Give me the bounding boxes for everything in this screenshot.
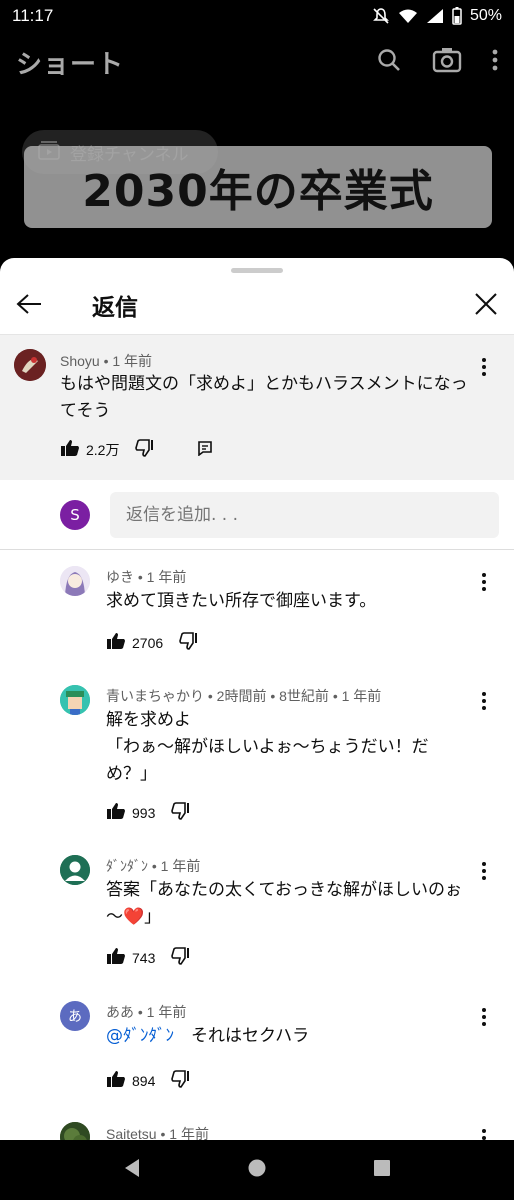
search-icon[interactable] [376,47,402,77]
comment-text: もはや問題文の「求めよ」とかもハラスメントになってそう [60,374,468,421]
signal-icon [426,8,444,24]
like-count: 894 [132,1072,156,1089]
like-icon[interactable] [106,947,126,968]
app-header: ショート [0,32,514,92]
home-nav-icon[interactable] [247,1158,267,1182]
sheet-header: 返信 [0,278,514,334]
page-title: ショート [16,49,125,80]
like-icon[interactable] [106,802,126,823]
close-icon[interactable] [474,292,498,320]
comment-text: 求めて頂きたい所存で御座います。 [106,591,377,611]
status-bar: 11:17 50% [0,0,514,32]
reply-composer: S [0,480,514,550]
like-icon[interactable] [106,1070,126,1091]
comment-author[interactable]: Shoyu • 1 年前 [60,351,152,371]
like-icon[interactable] [60,439,80,460]
comment-actions: 2706 [106,632,199,653]
reply-input[interactable] [110,492,499,538]
comment-author[interactable]: ああ • 1 年前 [106,1002,186,1022]
comment-text: @ﾀﾞﾝﾀﾞﾝ それはセクハラ [106,1023,476,1050]
avatar[interactable] [60,1122,90,1142]
more-options-icon[interactable] [474,1005,494,1029]
avatar[interactable] [14,349,46,381]
video-area[interactable]: 登録チャンネル 2030年の卒業式 [0,92,514,262]
comment-author[interactable]: 青いまちゃかり • 2時間前 • 8世紀前 • 1 年前 [106,686,381,706]
like-count: 2.2万 [86,441,120,458]
battery-level: 50% [469,7,502,24]
comment-actions: 2.2万 [60,439,213,460]
replies-sheet: 返信 Shoyu • 1 年前 もはや問題文の「求めよ」とかもハラスメントになっ… [0,258,514,1142]
camera-icon[interactable] [432,47,462,77]
comment-text: 答案「あなたの太くておっきな解がほしいのぉ～❤️」 [106,880,462,927]
comment-author[interactable]: ﾀﾞﾝﾀﾞﾝ • 1 年前 [106,856,200,876]
dislike-icon[interactable] [171,802,191,823]
comment-actions: 743 [106,947,191,968]
avatar[interactable] [60,685,90,715]
comment-actions: 993 [106,802,191,823]
avatar[interactable] [60,855,90,885]
wifi-icon [398,8,418,24]
navigation-bar [0,1140,514,1200]
reply-icon[interactable] [197,440,213,459]
drag-handle[interactable] [231,268,283,273]
comment-text: 「わぁ～解がほしいよぉ～ちょうだい！だめ？」 [106,737,429,784]
avatar[interactable]: S [60,500,90,530]
like-count: 743 [132,949,156,966]
parent-comment: Shoyu • 1 年前 もはや問題文の「求めよ」とかもハラスメントになってそう… [0,334,514,480]
like-count: 2706 [132,634,164,651]
comment-text: 解を求めよ [106,710,191,730]
more-options-icon[interactable] [474,355,494,379]
video-caption: 2030年の卒業式 [24,146,492,228]
dislike-icon[interactable] [135,439,155,460]
like-icon[interactable] [106,632,126,653]
dislike-icon[interactable] [171,1070,191,1091]
recents-nav-icon[interactable] [373,1159,391,1181]
mention-link[interactable]: @ﾀﾞﾝﾀﾞﾝ [106,1026,174,1046]
back-icon[interactable] [16,293,42,319]
avatar[interactable] [60,566,90,596]
status-icons: 50% [372,7,502,25]
battery-icon [452,7,462,25]
comment-body: それはセクハラ [191,1026,310,1046]
dislike-icon[interactable] [171,947,191,968]
more-options-icon[interactable] [474,859,494,883]
back-nav-icon[interactable] [123,1158,141,1182]
more-options-icon[interactable] [474,689,494,713]
mute-icon [372,7,390,25]
comment-author[interactable]: ゆき • 1 年前 [106,567,186,587]
sheet-title: 返信 [92,295,138,321]
like-count: 993 [132,804,156,821]
more-options-icon[interactable] [474,570,494,594]
avatar[interactable]: あ [60,1001,90,1031]
comment-actions: 894 [106,1070,191,1091]
more-options-icon[interactable] [492,48,498,76]
status-time: 11:17 [12,6,54,25]
dislike-icon[interactable] [179,632,199,653]
